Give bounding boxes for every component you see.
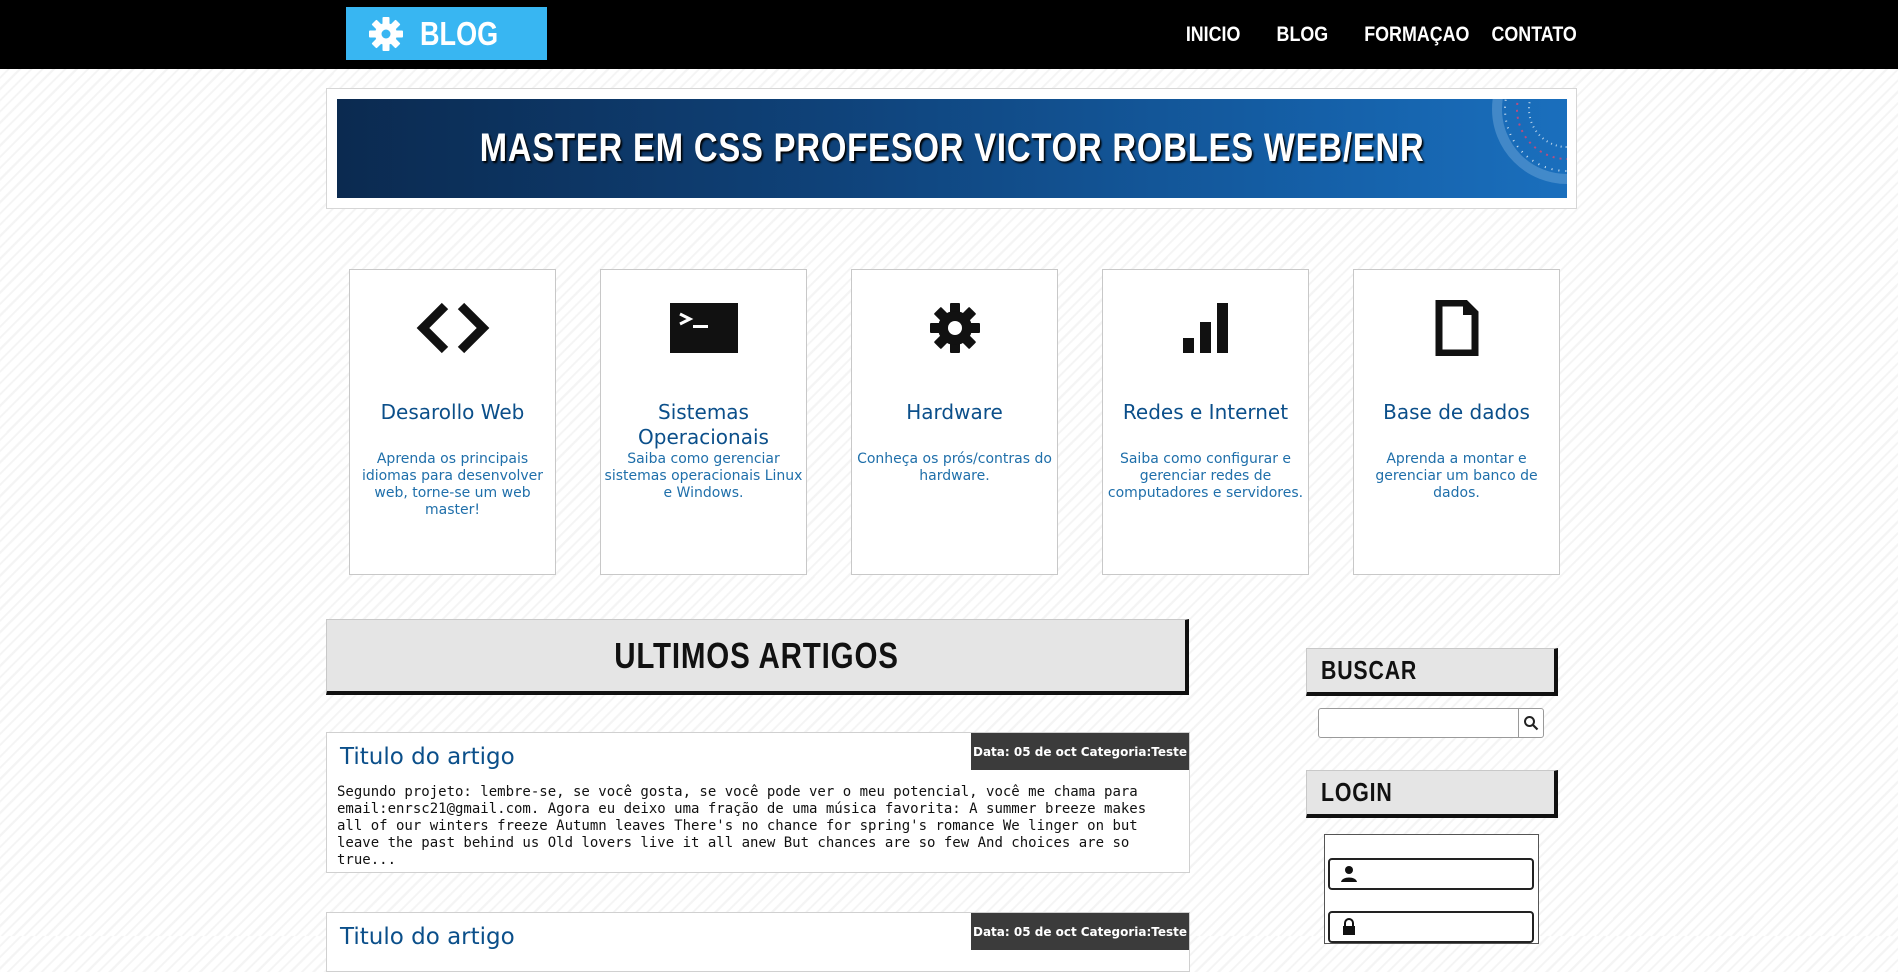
gear-icon — [369, 16, 403, 51]
article-title[interactable]: Titulo do artigo — [340, 744, 515, 770]
banner: MASTER EM CSS PROFESOR VICTOR ROBLES WEB… — [337, 99, 1567, 198]
card-desarollo-web[interactable]: Desarollo Web Aprenda os principais idio… — [349, 269, 556, 575]
banner-frame: MASTER EM CSS PROFESOR VICTOR ROBLES WEB… — [326, 88, 1577, 209]
logo-text: BLOG — [420, 14, 499, 52]
card-title: Hardware — [906, 400, 1003, 424]
latest-articles-heading: ULTIMOS ARTIGOS — [326, 619, 1189, 695]
card-title: Sistemas Operacionais — [638, 400, 769, 449]
search-heading: BUSCAR — [1306, 648, 1558, 696]
card-description: Saiba como gerenciar sistemas operaciona… — [604, 451, 803, 501]
search-input[interactable] — [1318, 708, 1544, 738]
user-icon — [1341, 866, 1357, 882]
article-meta: Data: 05 de oct Categoria:Teste — [971, 733, 1189, 770]
card-description: Conheça os prós/contras do hardware. — [857, 451, 1052, 484]
gear-icon — [929, 303, 980, 353]
code-icon — [416, 302, 489, 354]
nav-inicio[interactable]: INICIO — [1186, 23, 1241, 47]
terminal-icon — [669, 303, 738, 353]
login-title: LOGIN — [1321, 777, 1393, 807]
banner-title: MASTER EM CSS PROFESOR VICTOR ROBLES WEB… — [479, 126, 1425, 170]
card-base-de-dados[interactable]: Base de dados Aprenda a montar e gerenci… — [1353, 269, 1560, 575]
login-heading: LOGIN — [1306, 770, 1558, 818]
article-body: Segundo projeto: lembre-se, se você gost… — [337, 784, 1147, 868]
password-field[interactable] — [1328, 911, 1534, 943]
card-description: Saiba como configurar e gerenciar redes … — [1107, 451, 1304, 501]
card-title: Redes e Internet — [1122, 400, 1289, 424]
article-card[interactable]: Data: 05 de oct Categoria:Teste Titulo d… — [326, 912, 1190, 972]
username-field[interactable] — [1328, 858, 1534, 890]
card-hardware[interactable]: Hardware Conheça os prós/contras do hard… — [851, 269, 1058, 575]
section-title: ULTIMOS ARTIGOS — [613, 634, 899, 676]
card-title: Desarollo Web — [380, 400, 525, 424]
card-title: Base de dados — [1383, 400, 1530, 424]
nav-blog[interactable]: BLOG — [1277, 23, 1329, 47]
article-meta: Data: 05 de oct Categoria:Teste — [971, 913, 1189, 950]
article-title[interactable]: Titulo do artigo — [340, 924, 515, 950]
article-card[interactable]: Data: 05 de oct Categoria:Teste Titulo d… — [326, 732, 1190, 873]
main-nav: INICIO — [1181, 0, 1245, 69]
article-category[interactable]: Categoria:Teste — [1081, 925, 1187, 939]
top-navbar: BLOG INICIO BLOG FORMAÇAO CONTATO — [0, 0, 1898, 69]
card-redes-internet[interactable]: Redes e Internet Saiba como configurar e… — [1102, 269, 1309, 575]
search-title: BUSCAR — [1321, 655, 1418, 685]
nav-formacao[interactable]: FORMAÇAO — [1364, 23, 1469, 47]
main-nav-formacao: FORMAÇAO — [1355, 0, 1479, 69]
search-icon — [1524, 716, 1539, 731]
card-description: Aprenda a montar e gerenciar um banco de… — [1375, 451, 1538, 501]
login-form — [1324, 834, 1539, 944]
article-category[interactable]: Categoria:Teste — [1081, 745, 1187, 759]
document-icon — [1435, 300, 1478, 356]
main-nav-contato: CONTATO — [1484, 0, 1584, 69]
article-date: Data: 05 de oct — [972, 744, 1077, 759]
card-description: Aprenda os principais idiomas para desen… — [361, 451, 544, 518]
search-button[interactable] — [1518, 709, 1543, 737]
lock-icon — [1343, 918, 1355, 935]
nav-contato[interactable]: CONTATO — [1492, 23, 1577, 47]
main-nav-blog: BLOG — [1272, 0, 1333, 69]
card-sistemas-operacionais[interactable]: Sistemas Operacionais Saiba como gerenci… — [600, 269, 807, 575]
site-logo[interactable]: BLOG — [346, 7, 547, 60]
signal-bars-icon — [1182, 303, 1228, 353]
article-date: Data: 05 de oct — [972, 924, 1077, 939]
sparkle-decoration — [1492, 99, 1567, 184]
